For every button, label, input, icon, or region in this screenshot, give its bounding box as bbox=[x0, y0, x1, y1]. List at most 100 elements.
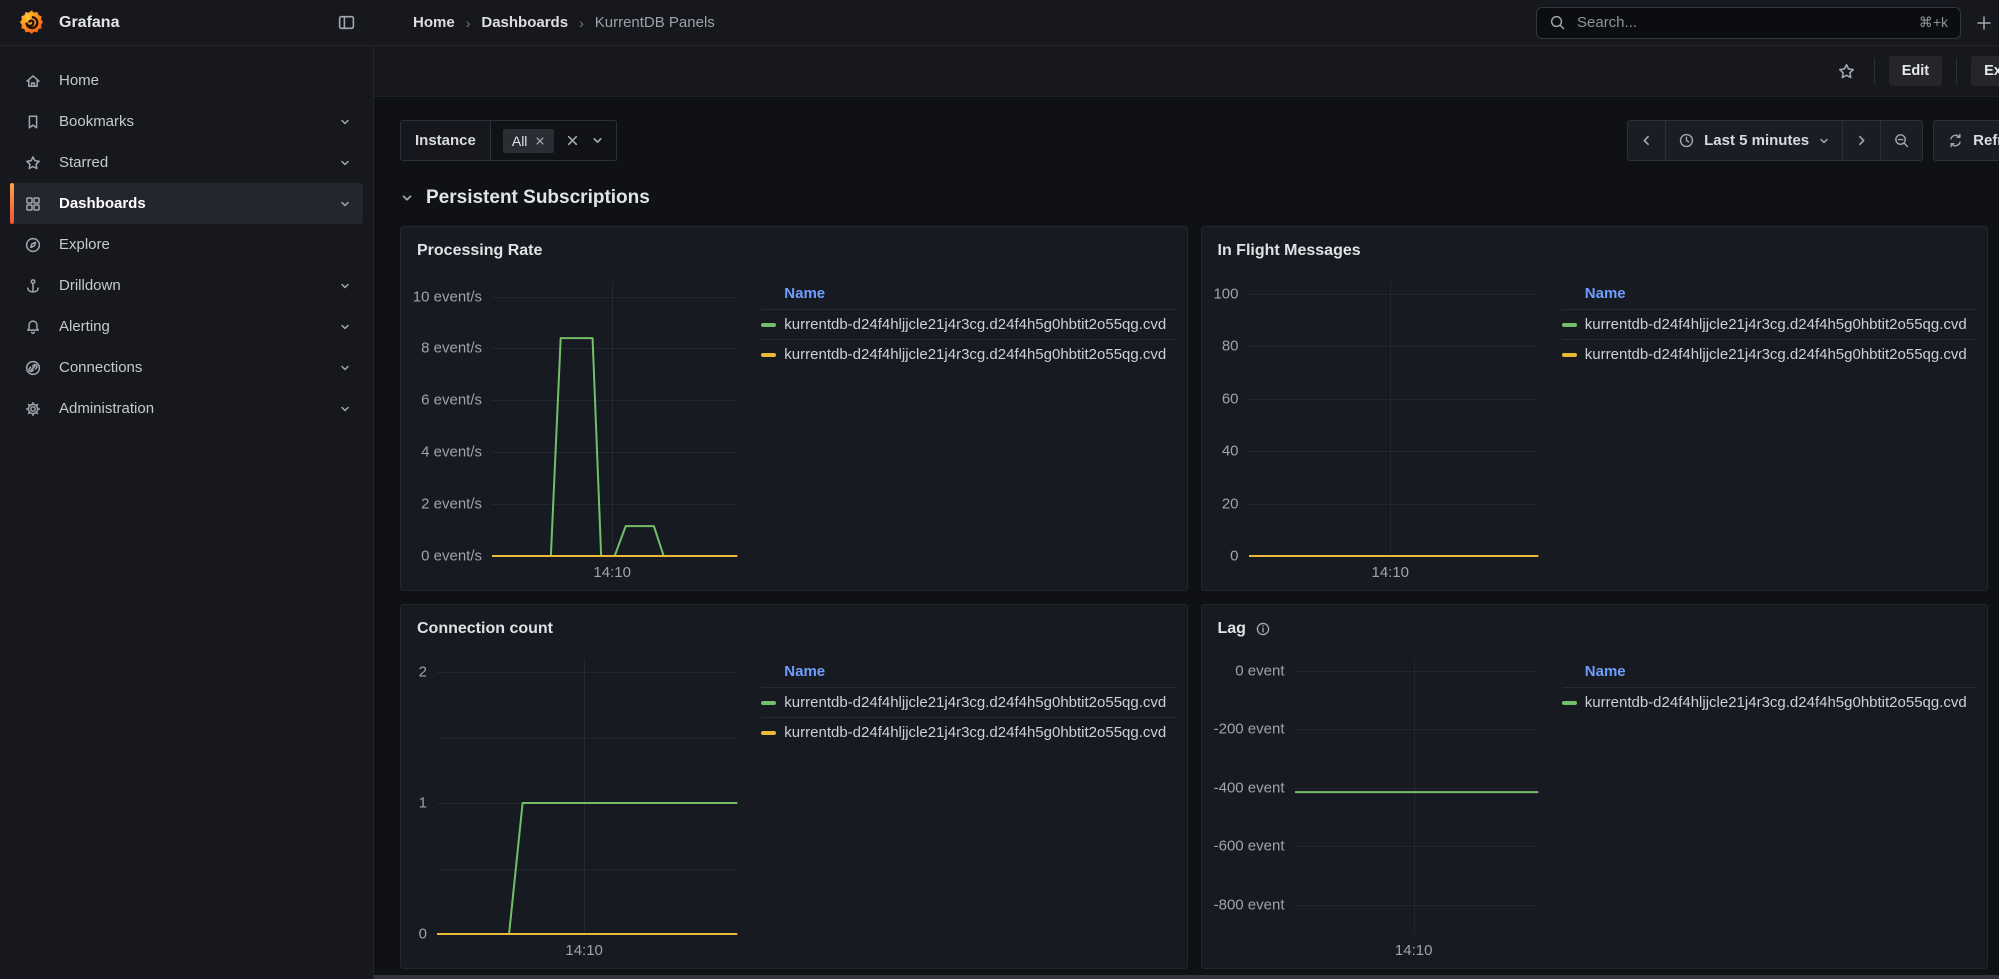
sidebar: Home Bookmarks Starred bbox=[0, 46, 374, 979]
export-button[interactable]: Export bbox=[1971, 56, 1999, 86]
legend-row[interactable]: kurrentdb-d24f4hljjcle21j4r3cg.d24f4h5g0… bbox=[761, 717, 1176, 747]
drilldown-icon bbox=[24, 277, 42, 295]
breadcrumb-separator: › bbox=[466, 15, 471, 31]
sidebar-item-administration[interactable]: Administration bbox=[10, 388, 363, 429]
chevron-down-icon[interactable] bbox=[591, 134, 604, 147]
dock-sidebar-icon[interactable] bbox=[337, 13, 356, 32]
search-box[interactable]: ⌘+k bbox=[1536, 7, 1961, 39]
instance-filter-chip[interactable]: All bbox=[503, 129, 555, 153]
top-bar: Grafana Home › Dashboards › KurrentDB Pa… bbox=[0, 0, 1999, 46]
zoom-out-time-button[interactable] bbox=[1880, 121, 1922, 160]
sidebar-item-connections[interactable]: Connections bbox=[10, 347, 363, 388]
sidebar-item-label: Home bbox=[59, 72, 99, 89]
series-marker bbox=[1562, 701, 1577, 705]
panel-title: Processing Rate bbox=[417, 242, 542, 260]
home-icon bbox=[24, 72, 42, 90]
horizontal-scrollbar[interactable] bbox=[374, 975, 1999, 979]
series-marker bbox=[761, 353, 776, 357]
sidebar-item-label: Connections bbox=[59, 359, 142, 376]
row-persistent-subscriptions[interactable]: Persistent Subscriptions bbox=[400, 187, 1988, 209]
time-series-chart[interactable]: 02040608010014:10 bbox=[1214, 273, 1542, 582]
sidebar-item-alerting[interactable]: Alerting bbox=[10, 306, 363, 347]
chevron-down-icon[interactable] bbox=[339, 157, 351, 169]
search-shortcut: ⌘+k bbox=[1919, 14, 1948, 31]
series-name: kurrentdb-d24f4hljjcle21j4r3cg.d24f4h5g0… bbox=[784, 724, 1166, 741]
chevron-down-icon[interactable] bbox=[339, 198, 351, 210]
collapse-chevron-icon bbox=[400, 191, 414, 205]
panel-header[interactable]: Lag bbox=[1202, 605, 1988, 647]
series-name: kurrentdb-d24f4hljjcle21j4r3cg.d24f4h5g0… bbox=[784, 694, 1166, 711]
series-name: kurrentdb-d24f4hljjcle21j4r3cg.d24f4h5g0… bbox=[784, 346, 1166, 363]
row-title: Persistent Subscriptions bbox=[426, 187, 650, 209]
panel-title: In Flight Messages bbox=[1218, 242, 1361, 260]
time-series-chart[interactable]: 0 event/s2 event/s4 event/s6 event/s8 ev… bbox=[413, 273, 741, 582]
sidebar-item-home[interactable]: Home bbox=[10, 60, 363, 101]
series-marker bbox=[761, 731, 776, 735]
refresh-button[interactable]: Refresh bbox=[1933, 120, 1999, 161]
legend-row[interactable]: kurrentdb-d24f4hljjcle21j4r3cg.d24f4h5g0… bbox=[1562, 309, 1977, 339]
refresh-icon bbox=[1947, 132, 1964, 149]
panel-header[interactable]: In Flight Messages bbox=[1202, 227, 1988, 269]
legend-column-header[interactable]: Name bbox=[1562, 663, 1977, 680]
divider bbox=[1956, 58, 1957, 84]
sidebar-item-dashboards[interactable]: Dashboards bbox=[10, 183, 363, 224]
legend-row[interactable]: kurrentdb-d24f4hljjcle21j4r3cg.d24f4h5g0… bbox=[1562, 339, 1977, 369]
sidebar-item-drilldown[interactable]: Drilldown bbox=[10, 265, 363, 306]
legend-row[interactable]: kurrentdb-d24f4hljjcle21j4r3cg.d24f4h5g0… bbox=[1562, 687, 1977, 717]
chevron-down-icon[interactable] bbox=[339, 116, 351, 128]
info-icon[interactable] bbox=[1255, 621, 1271, 637]
dashboard-actions-bar: Edit Export bbox=[374, 46, 1999, 97]
time-series-chart[interactable]: 01214:10 bbox=[413, 651, 741, 960]
grafana-app: Grafana Home › Dashboards › KurrentDB Pa… bbox=[0, 0, 1999, 979]
instance-filter-value[interactable]: All bbox=[491, 121, 617, 160]
panel-connection-count: Connection count 01214:10 Name kurrentdb… bbox=[400, 604, 1188, 969]
panel-processing-rate: Processing Rate 0 event/s2 event/s4 even… bbox=[400, 226, 1188, 591]
series-name: kurrentdb-d24f4hljjcle21j4r3cg.d24f4h5g0… bbox=[784, 316, 1166, 333]
chevron-down-icon[interactable] bbox=[339, 321, 351, 333]
series-marker bbox=[1562, 353, 1577, 357]
time-shift-forward-button[interactable] bbox=[1842, 121, 1880, 160]
panel-title: Connection count bbox=[417, 620, 553, 638]
time-shift-back-button[interactable] bbox=[1628, 121, 1665, 160]
legend-row[interactable]: kurrentdb-d24f4hljjcle21j4r3cg.d24f4h5g0… bbox=[761, 687, 1176, 717]
chevron-down-icon bbox=[1818, 135, 1830, 147]
time-series-chart[interactable]: 0 event-200 event-400 event-600 event-80… bbox=[1214, 651, 1542, 960]
time-range-picker[interactable]: Last 5 minutes bbox=[1665, 121, 1842, 160]
sidebar-item-bookmarks[interactable]: Bookmarks bbox=[10, 101, 363, 142]
favorite-star-button[interactable] bbox=[1833, 58, 1860, 85]
sidebar-item-starred[interactable]: Starred bbox=[10, 142, 363, 183]
bell-icon bbox=[24, 318, 42, 336]
breadcrumb-current-page: KurrentDB Panels bbox=[595, 14, 715, 31]
search-input[interactable] bbox=[1575, 13, 1910, 32]
main-area: Edit Export Instance All bbox=[374, 46, 1999, 979]
sidebar-item-label: Dashboards bbox=[59, 195, 146, 212]
sidebar-item-label: Alerting bbox=[59, 318, 110, 335]
legend-column-header[interactable]: Name bbox=[1562, 285, 1977, 302]
panel-header[interactable]: Connection count bbox=[401, 605, 1187, 647]
remove-chip-icon[interactable] bbox=[535, 136, 545, 146]
legend-row[interactable]: kurrentdb-d24f4hljjcle21j4r3cg.d24f4h5g0… bbox=[761, 339, 1176, 369]
breadcrumb-dashboards[interactable]: Dashboards bbox=[481, 14, 568, 31]
time-controls: Last 5 minutes bbox=[1627, 120, 1999, 161]
sidebar-item-explore[interactable]: Explore bbox=[10, 224, 363, 265]
clear-all-icon[interactable] bbox=[566, 134, 579, 147]
panel-header[interactable]: Processing Rate bbox=[401, 227, 1187, 269]
edit-button[interactable]: Edit bbox=[1889, 56, 1942, 86]
sidebar-item-label: Starred bbox=[59, 154, 108, 171]
legend-column-header[interactable]: Name bbox=[761, 285, 1176, 302]
chevron-down-icon[interactable] bbox=[339, 403, 351, 415]
grafana-logo-icon[interactable] bbox=[18, 9, 45, 36]
chart-legend: Name kurrentdb-d24f4hljjcle21j4r3cg.d24f… bbox=[741, 273, 1176, 582]
chevron-down-icon[interactable] bbox=[339, 280, 351, 292]
sidebar-item-label: Drilldown bbox=[59, 277, 121, 294]
legend-row[interactable]: kurrentdb-d24f4hljjcle21j4r3cg.d24f4h5g0… bbox=[761, 309, 1176, 339]
breadcrumb-home[interactable]: Home bbox=[413, 14, 455, 31]
chevron-down-icon[interactable] bbox=[339, 362, 351, 374]
sidebar-item-label: Explore bbox=[59, 236, 110, 253]
legend-column-header[interactable]: Name bbox=[761, 663, 1176, 680]
brand-block: Grafana bbox=[0, 9, 374, 36]
add-new-icon[interactable] bbox=[1975, 14, 1993, 32]
instance-filter-label: Instance bbox=[401, 121, 491, 160]
divider bbox=[1874, 58, 1875, 84]
panel-title: Lag bbox=[1218, 620, 1246, 638]
